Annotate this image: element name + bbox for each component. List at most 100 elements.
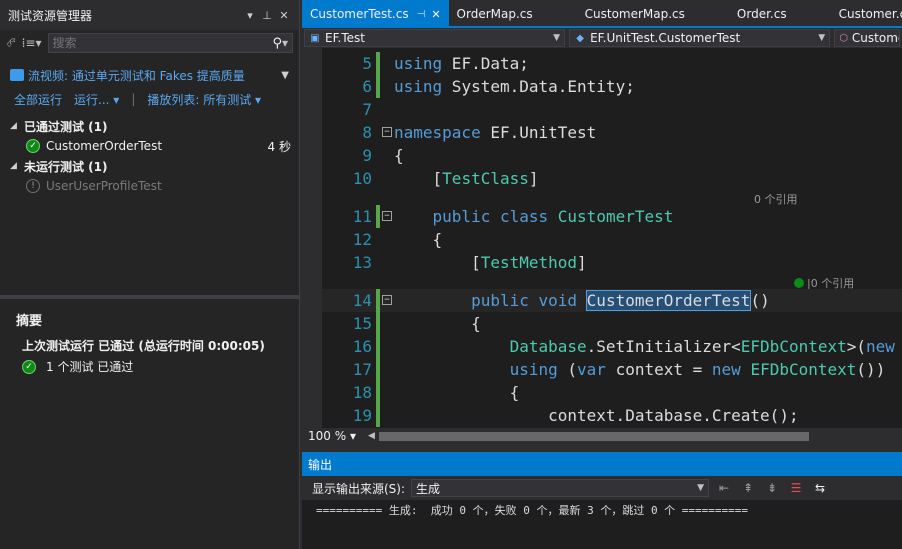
tab-order[interactable]: Order.cs	[729, 0, 795, 28]
sort-list-icon[interactable]: ⁞≡▾	[22, 36, 42, 50]
line-number: 17	[352, 360, 372, 379]
last-run-text: 上次测试运行 已通过 (总运行时间 0:00:05)	[22, 339, 265, 353]
result-text: 1 个测试 已通过	[46, 360, 134, 374]
code-text: [TestMethod]	[394, 253, 587, 272]
pin-icon[interactable]: ⊣	[417, 9, 426, 20]
promo-link[interactable]: 流视频: 通过单元测试和 Fakes 提高质量	[28, 67, 277, 84]
zoom-level-dropdown[interactable]: 100 % ▾	[302, 429, 368, 443]
tree-group-passed[interactable]: ◢ 已通过测试 (1)	[0, 116, 299, 136]
code-line: 17 using (var context = new EFDbContext(…	[322, 358, 902, 381]
tab-gap	[795, 0, 831, 28]
search-dropdown-icon[interactable]: ▾	[282, 36, 288, 50]
tab-gap	[541, 0, 577, 28]
code-line: 10 [TestClass]	[322, 167, 902, 190]
find-message-icon[interactable]: ⇞	[739, 479, 757, 497]
member-name: Custome	[851, 31, 900, 45]
output-source-label: 显示输出来源(S):	[312, 481, 406, 496]
code-line-current: 14 − public void CustomerOrderTest()	[322, 289, 902, 312]
go-to-previous-message-icon[interactable]: ⇤	[715, 479, 733, 497]
test-duration: 4 秒	[267, 139, 291, 154]
collapse-icon[interactable]: ◢	[10, 121, 24, 131]
line-number: 12	[352, 230, 372, 249]
code-text: [TestClass]	[394, 169, 539, 188]
test-item-customer-order[interactable]: ✓ CustomerOrderTest 4 秒	[0, 136, 299, 156]
run-dropdown[interactable]: 运行... ▾	[74, 91, 119, 108]
close-icon[interactable]: ✕	[277, 9, 291, 22]
member-dropdown[interactable]: ⬡ Custome	[834, 29, 900, 47]
document-tabs: CustomerTest.cs ⊣ ✕ OrderMap.cs Customer…	[302, 0, 902, 28]
code-line: 19 context.Database.Create();	[322, 404, 902, 427]
promo-row: 流视频: 通过单元测试和 Fakes 提高质量 ▼	[0, 62, 299, 88]
project-name: EF.Test	[325, 31, 366, 45]
project-dropdown[interactable]: ▣ EF.Test ▼	[304, 29, 566, 47]
test-explorer-toolbar: ⮶ ⁞≡▾ ⚲ ▾	[0, 30, 299, 56]
line-number: 14	[352, 291, 372, 310]
tab-customer[interactable]: Customer.cs	[831, 0, 902, 28]
collapse-region-icon[interactable]: −	[382, 127, 392, 137]
code-editor[interactable]: 5 using EF.Data; 6 using System.Data.Ent…	[302, 48, 902, 428]
change-indicator	[376, 404, 380, 427]
tree-group-not-run[interactable]: ◢ 未运行测试 (1)	[0, 156, 299, 176]
collapse-region-icon[interactable]: −	[382, 295, 392, 305]
tab-label: Order.cs	[736, 7, 787, 21]
summary-result: ✓ 1 个测试 已通过	[16, 358, 283, 375]
code-text: using EF.Data;	[394, 54, 529, 73]
test-item-user-profile[interactable]: ! UserUserProfileTest	[0, 176, 299, 196]
change-indicator	[376, 381, 380, 404]
summary-section: 摘要 上次测试运行 已通过 (总运行时间 0:00:05) ✓ 1 个测试 已通…	[0, 306, 299, 375]
window-position-dropdown-icon[interactable]: ▾	[243, 9, 257, 22]
code-text: using (var context = new EFDbContext())	[509, 360, 886, 379]
code-line: 11 − public class CustomerTest	[322, 205, 902, 228]
code-text: public void CustomerOrderTest()	[471, 290, 770, 311]
search-box[interactable]: ⚲ ▾	[47, 33, 293, 53]
promo-dropdown-icon[interactable]: ▼	[281, 70, 289, 81]
horizontal-scrollbar-thumb[interactable]	[378, 431, 809, 441]
clear-all-icon[interactable]: ☰	[787, 479, 805, 497]
search-input[interactable]	[52, 36, 273, 50]
code-line: 12 {	[322, 228, 902, 251]
code-line: 13 [TestMethod]	[322, 251, 902, 274]
class-icon: ◆	[576, 32, 584, 44]
run-all-link[interactable]: 全部运行	[14, 91, 62, 108]
search-icon[interactable]: ⚲	[272, 36, 282, 51]
close-tab-icon[interactable]: ✕	[431, 8, 440, 21]
output-title: 输出	[308, 457, 333, 472]
group-by-icon[interactable]: ⮶	[6, 36, 16, 51]
output-source-value: 生成	[416, 481, 441, 496]
line-number: 15	[352, 314, 372, 333]
code-line: 18 {	[322, 381, 902, 404]
passed-check-icon: ✓	[22, 359, 36, 374]
line-number: 18	[352, 383, 372, 402]
test-actions: 全部运行 运行... ▾ | 播放列表: 所有测试 ▾	[0, 88, 299, 110]
line-number: 10	[352, 169, 372, 188]
line-number: 9	[362, 146, 372, 165]
code-line: 15 {	[322, 312, 902, 335]
output-source-dropdown[interactable]: 生成 ▼	[411, 479, 710, 497]
code-line: 7	[322, 98, 902, 121]
line-number: 13	[352, 253, 372, 272]
code-text: {	[394, 383, 520, 402]
scroll-left-icon[interactable]: ◀	[368, 431, 375, 441]
tab-label: Customer.cs	[838, 7, 902, 21]
class-dropdown[interactable]: ◆ EF.UnitTest.CustomerTest ▼	[569, 29, 831, 47]
code-line: 8 − namespace EF.UnitTest	[322, 121, 902, 144]
tab-order-map[interactable]: OrderMap.cs	[449, 0, 541, 28]
pin-icon[interactable]: ⊥	[260, 9, 274, 22]
code-text: namespace EF.UnitTest	[394, 123, 597, 142]
code-line: 5 using EF.Data;	[322, 52, 902, 75]
navigation-bar: ▣ EF.Test ▼ ◆ EF.UnitTest.CustomerTest ▼…	[302, 28, 902, 48]
collapse-icon[interactable]: ◢	[10, 161, 24, 171]
tab-customer-test[interactable]: CustomerTest.cs ⊣ ✕	[302, 0, 449, 28]
change-indicator	[376, 205, 380, 228]
code-text: {	[394, 146, 404, 165]
group-label: 已通过测试 (1)	[24, 119, 108, 134]
panel-splitter[interactable]	[0, 295, 299, 299]
change-indicator	[376, 75, 380, 98]
tab-customer-map[interactable]: CustomerMap.cs	[577, 0, 693, 28]
toggle-word-wrap-icon[interactable]: ⇆	[811, 479, 829, 497]
playlist-dropdown[interactable]: 播放列表: 所有测试 ▾	[147, 91, 261, 108]
go-to-next-message-icon[interactable]: ⇟	[763, 479, 781, 497]
not-run-icon: !	[26, 179, 40, 193]
code-text: using System.Data.Entity;	[394, 77, 635, 96]
collapse-region-icon[interactable]: −	[382, 211, 392, 221]
